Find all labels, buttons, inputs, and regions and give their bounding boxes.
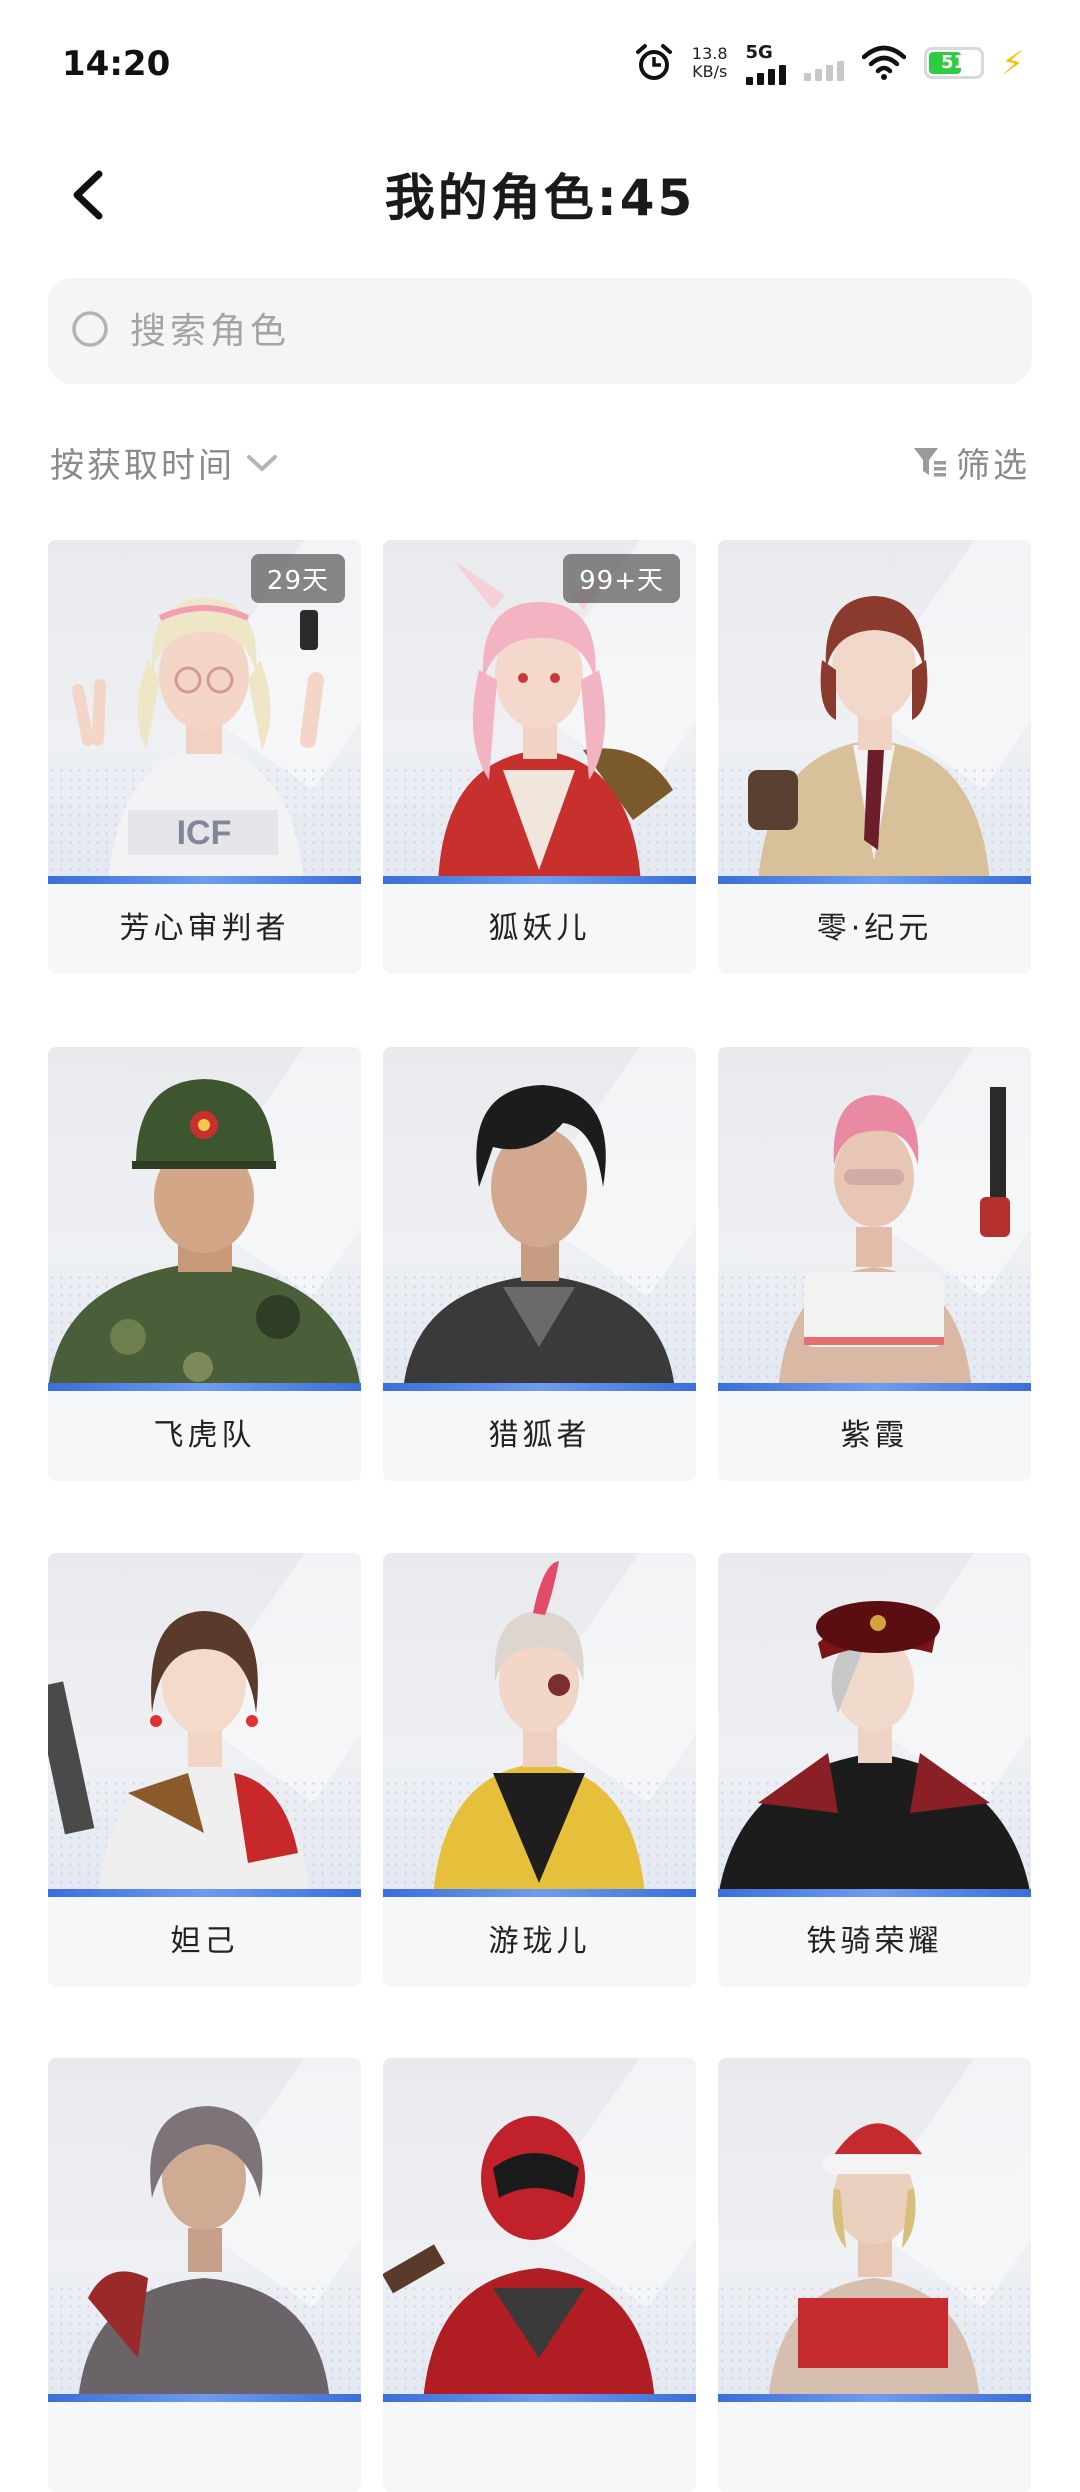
character-name	[718, 2402, 1031, 2492]
card-accent-bar	[383, 1889, 696, 1897]
sort-dropdown[interactable]: 按获取时间	[50, 438, 279, 487]
character-figure-icon	[48, 1079, 361, 1391]
character-portrait	[718, 2058, 1031, 2402]
character-figure-icon	[778, 1087, 1010, 1391]
page-title: 我的角色:45	[384, 169, 696, 227]
character-name	[383, 2402, 696, 2492]
network-speed: 13.8 KB/s	[692, 45, 728, 81]
search-input[interactable]	[128, 309, 982, 353]
character-figure-icon	[433, 1561, 645, 1897]
character-portrait	[383, 1553, 696, 1897]
character-portrait	[718, 1047, 1031, 1391]
character-card[interactable]: 飞虎队	[48, 1047, 361, 1481]
card-accent-bar	[718, 876, 1031, 884]
network-type: 5G	[745, 41, 773, 63]
character-figure-icon	[48, 1611, 310, 1897]
filter-label: 筛选	[956, 446, 1030, 486]
character-name: 芳心审判者	[119, 911, 290, 946]
character-portrait	[48, 1553, 361, 1897]
character-figure-icon	[718, 1601, 1031, 1897]
character-name: 妲己	[170, 1924, 239, 1959]
character-portrait	[383, 1047, 696, 1391]
filter-icon	[914, 447, 946, 476]
card-accent-bar	[48, 876, 361, 884]
duration-badge: 29天	[250, 554, 345, 603]
card-accent-bar	[48, 1889, 361, 1897]
sort-label: 按获取时间	[50, 446, 235, 486]
filter-button[interactable]: 筛选	[912, 438, 1030, 487]
battery-level: 51	[941, 52, 967, 73]
character-card[interactable]	[718, 2058, 1031, 2492]
character-figure-icon	[403, 1085, 675, 1391]
character-name: 狐妖儿	[488, 911, 591, 946]
status-time: 14:20	[62, 44, 171, 84]
character-name: 猎狐者	[488, 1418, 591, 1453]
character-portrait	[383, 2058, 696, 2402]
character-name	[48, 2402, 361, 2492]
signal-primary: 5G	[745, 41, 786, 85]
character-card[interactable]: 游珑儿	[383, 1553, 696, 1987]
character-portrait	[718, 540, 1031, 884]
character-card[interactable]: 猎狐者	[383, 1047, 696, 1481]
card-accent-bar	[383, 2394, 696, 2402]
status-bar: 14:20 13.8 KB/s 5G 51 ⚡	[0, 0, 1080, 130]
character-name: 零·纪元	[816, 911, 933, 946]
character-card[interactable]: 紫霞	[718, 1047, 1031, 1481]
character-card[interactable]: 铁骑荣耀	[718, 1553, 1031, 1987]
card-accent-bar	[718, 1889, 1031, 1897]
signal-bars-icon	[745, 63, 786, 85]
character-figure-icon	[768, 2123, 980, 2402]
character-card[interactable]: ICF 29天 芳心审判者	[48, 540, 361, 974]
chevron-down-icon	[247, 454, 277, 471]
speed-value: 13.8	[691, 44, 728, 63]
battery-icon: 51	[923, 47, 984, 79]
character-card[interactable]: 零·纪元	[718, 540, 1031, 974]
search-bar[interactable]	[48, 278, 1032, 384]
character-portrait	[48, 2058, 361, 2402]
charging-icon: ⚡	[1001, 44, 1024, 82]
card-accent-bar	[48, 2394, 361, 2402]
status-icons: 13.8 KB/s 5G 51 ⚡	[634, 38, 1024, 88]
alarm-icon	[635, 44, 672, 80]
character-figure-icon	[383, 2116, 655, 2402]
svg-text:ICF: ICF	[177, 814, 232, 852]
speed-unit: KB/s	[692, 62, 728, 81]
search-icon	[72, 311, 108, 347]
character-portrait	[718, 1553, 1031, 1897]
card-accent-bar	[48, 1383, 361, 1391]
signal-bars-secondary-icon	[803, 59, 844, 81]
character-card[interactable]: 妲己	[48, 1553, 361, 1987]
character-card[interactable]	[48, 2058, 361, 2492]
card-accent-bar	[383, 876, 696, 884]
character-figure-icon	[78, 2106, 330, 2402]
character-card[interactable]: 99+天 狐妖儿	[383, 540, 696, 974]
character-card[interactable]	[383, 2058, 696, 2492]
header: 我的角色:45	[0, 150, 1080, 240]
card-accent-bar	[383, 1383, 696, 1391]
character-name: 紫霞	[840, 1418, 909, 1453]
card-accent-bar	[718, 2394, 1031, 2402]
character-figure-icon	[748, 596, 990, 884]
character-name: 游珑儿	[488, 1924, 591, 1959]
card-accent-bar	[718, 1383, 1031, 1391]
character-name: 飞虎队	[153, 1418, 256, 1453]
duration-badge: 99+天	[563, 554, 680, 603]
character-portrait	[48, 1047, 361, 1391]
wifi-icon	[861, 45, 906, 80]
character-name: 铁骑荣耀	[806, 1924, 943, 1959]
